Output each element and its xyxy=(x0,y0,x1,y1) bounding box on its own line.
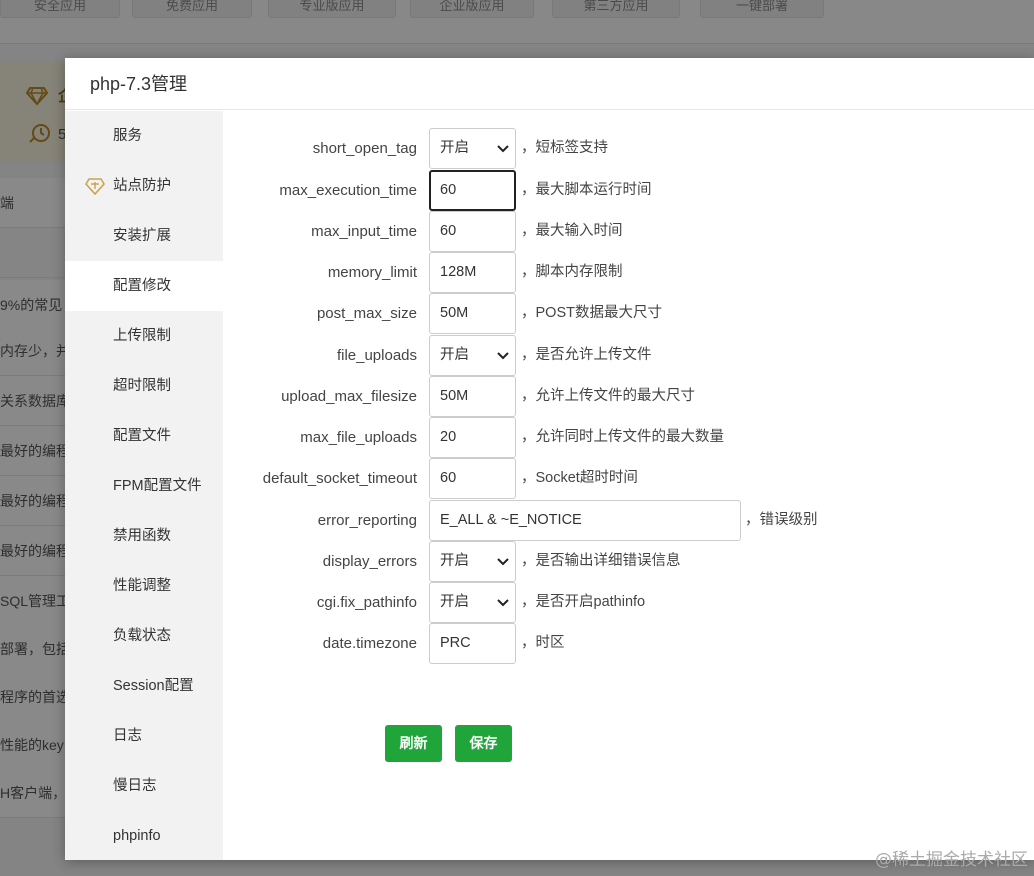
form-row-max-execution-time: max_execution_time 60 ，最大脚本运行时间 xyxy=(223,170,1003,211)
form-row-error-reporting: error_reporting E_ALL & ~E_NOTICE ，错误级别 xyxy=(223,500,1003,541)
sidebar-item-label: 日志 xyxy=(113,728,142,744)
memory-limit-input[interactable]: 128M xyxy=(429,252,516,293)
form-row-max-input-time: max_input_time 60 ，最大输入时间 xyxy=(223,211,1003,252)
field-note: ，是否输出详细错误信息 xyxy=(521,553,681,569)
select-value: 开启 xyxy=(440,553,469,569)
max-input-time-input[interactable]: 60 xyxy=(429,211,516,252)
field-note: ，是否允许上传文件 xyxy=(521,347,652,363)
sidebar-item-label: 慢日志 xyxy=(113,778,157,794)
sidebar-item-phpinfo[interactable]: phpinfo xyxy=(65,811,223,861)
field-note: ，Socket超时时间 xyxy=(521,470,638,486)
default-socket-timeout-input[interactable]: 60 xyxy=(429,458,516,499)
chevron-down-icon xyxy=(497,558,509,566)
field-label: max_input_time xyxy=(311,223,417,240)
sidebar-item-upload-limit[interactable]: 上传限制 xyxy=(65,311,223,361)
sidebar-item-slow-log[interactable]: 慢日志 xyxy=(65,761,223,811)
watermark: @稀土掘金技术社区 xyxy=(875,850,1028,870)
form-row-post-max-size: post_max_size 50M ，POST数据最大尺寸 xyxy=(223,293,1003,334)
sidebar-item-label: 服务 xyxy=(113,128,142,144)
config-form: short_open_tag 开启 ，短标签支持 max_execution_t… xyxy=(223,111,1034,860)
sidebar-item-load-status[interactable]: 负载状态 xyxy=(65,611,223,661)
dialog-body: 服务 站点防护 安装扩展 配置修改 上传限制 超时限制 配置文件 FPM配置文件… xyxy=(65,111,1034,860)
sidebar-item-config-edit[interactable]: 配置修改 xyxy=(65,261,223,311)
error-reporting-input[interactable]: E_ALL & ~E_NOTICE xyxy=(429,500,741,541)
max-file-uploads-input[interactable]: 20 xyxy=(429,417,516,458)
sidebar-item-service[interactable]: 服务 xyxy=(65,111,223,161)
field-note: ，最大脚本运行时间 xyxy=(521,182,652,198)
field-label: memory_limit xyxy=(327,264,417,281)
sidebar-item-disabled-functions[interactable]: 禁用函数 xyxy=(65,511,223,561)
sidebar-item-site-protection[interactable]: 站点防护 xyxy=(65,161,223,211)
file-uploads-select[interactable]: 开启 xyxy=(429,335,516,376)
field-label: date.timezone xyxy=(322,635,417,652)
sidebar-item-label: 负载状态 xyxy=(113,628,171,644)
field-note: ，允许同时上传文件的最大数量 xyxy=(521,429,724,445)
display-errors-select[interactable]: 开启 xyxy=(429,541,516,582)
sidebar-item-label: 性能调整 xyxy=(113,578,171,594)
field-note: ，错误级别 xyxy=(745,512,818,528)
sidebar-item-label: phpinfo xyxy=(113,828,161,844)
sidebar-item-label: 超时限制 xyxy=(113,378,171,394)
select-value: 开启 xyxy=(440,347,469,363)
select-value: 开启 xyxy=(440,594,469,610)
sidebar-item-config-file[interactable]: 配置文件 xyxy=(65,411,223,461)
field-note: ，允许上传文件的最大尺寸 xyxy=(521,388,695,404)
chevron-down-icon xyxy=(497,599,509,607)
sidebar-item-label: 站点防护 xyxy=(113,178,171,194)
field-label: display_errors xyxy=(322,553,417,570)
php-manager-dialog: php-7.3管理 服务 站点防护 安装扩展 配置修改 上传限制 超时限制 配置… xyxy=(65,58,1034,860)
field-label: cgi.fix_pathinfo xyxy=(316,594,417,611)
form-row-cgi-fix-pathinfo: cgi.fix_pathinfo 开启 ，是否开启pathinfo xyxy=(223,582,1003,623)
sidebar-item-label: 配置修改 xyxy=(113,278,171,294)
field-label: post_max_size xyxy=(316,305,417,322)
form-row-display-errors: display_errors 开启 ，是否输出详细错误信息 xyxy=(223,541,1003,582)
sidebar-item-label: FPM配置文件 xyxy=(113,478,202,494)
sidebar-item-timeout-limit[interactable]: 超时限制 xyxy=(65,361,223,411)
sidebar-item-label: 配置文件 xyxy=(113,428,171,444)
chevron-down-icon xyxy=(497,352,509,360)
sidebar-item-label: Session配置 xyxy=(113,678,194,694)
date-timezone-input[interactable]: PRC xyxy=(429,623,516,664)
form-row-short-open-tag: short_open_tag 开启 ，短标签支持 xyxy=(223,128,1003,169)
field-label: error_reporting xyxy=(317,512,417,529)
form-row-default-socket-timeout: default_socket_timeout 60 ，Socket超时时间 xyxy=(223,458,1003,499)
sidebar-item-label: 禁用函数 xyxy=(113,528,171,544)
field-note: ，短标签支持 xyxy=(521,140,608,156)
sidebar-item-fpm-config[interactable]: FPM配置文件 xyxy=(65,461,223,511)
form-row-memory-limit: memory_limit 128M ，脚本内存限制 xyxy=(223,252,1003,293)
select-value: 开启 xyxy=(440,140,469,156)
field-note: ，POST数据最大尺寸 xyxy=(521,305,662,321)
form-row-upload-max-filesize: upload_max_filesize 50M ，允许上传文件的最大尺寸 xyxy=(223,376,1003,417)
field-note: ，是否开启pathinfo xyxy=(521,594,646,610)
sidebar-item-install-extensions[interactable]: 安装扩展 xyxy=(65,211,223,261)
field-label: max_file_uploads xyxy=(300,429,417,446)
field-label: file_uploads xyxy=(336,347,417,364)
field-label: default_socket_timeout xyxy=(262,470,417,487)
dialog-sidebar: 服务 站点防护 安装扩展 配置修改 上传限制 超时限制 配置文件 FPM配置文件… xyxy=(65,111,223,860)
upload-max-filesize-input[interactable]: 50M xyxy=(429,376,516,417)
cgi-fix-pathinfo-select[interactable]: 开启 xyxy=(429,582,516,623)
post-max-size-input[interactable]: 50M xyxy=(429,293,516,334)
field-note: ，脚本内存限制 xyxy=(521,264,623,280)
save-button[interactable]: 保存 xyxy=(455,725,512,762)
dialog-title: php-7.3管理 xyxy=(65,58,1034,110)
sidebar-item-session-config[interactable]: Session配置 xyxy=(65,661,223,711)
sidebar-item-label: 安装扩展 xyxy=(113,228,171,244)
form-row-file-uploads: file_uploads 开启 ，是否允许上传文件 xyxy=(223,335,1003,376)
field-label: max_execution_time xyxy=(279,182,417,199)
field-label: short_open_tag xyxy=(312,140,417,157)
chevron-down-icon xyxy=(497,145,509,153)
field-note: ，时区 xyxy=(521,635,565,651)
form-row-date-timezone: date.timezone PRC ，时区 xyxy=(223,623,1003,664)
short-open-tag-select[interactable]: 开启 xyxy=(429,128,516,169)
field-label: upload_max_filesize xyxy=(281,388,417,405)
field-note: ，最大输入时间 xyxy=(521,223,623,239)
shield-diamond-icon xyxy=(85,178,105,195)
sidebar-item-performance[interactable]: 性能调整 xyxy=(65,561,223,611)
sidebar-item-label: 上传限制 xyxy=(113,328,171,344)
max-execution-time-input[interactable]: 60 xyxy=(429,170,516,211)
refresh-button[interactable]: 刷新 xyxy=(385,725,442,762)
form-row-max-file-uploads: max_file_uploads 20 ，允许同时上传文件的最大数量 xyxy=(223,417,1003,458)
sidebar-item-log[interactable]: 日志 xyxy=(65,711,223,761)
